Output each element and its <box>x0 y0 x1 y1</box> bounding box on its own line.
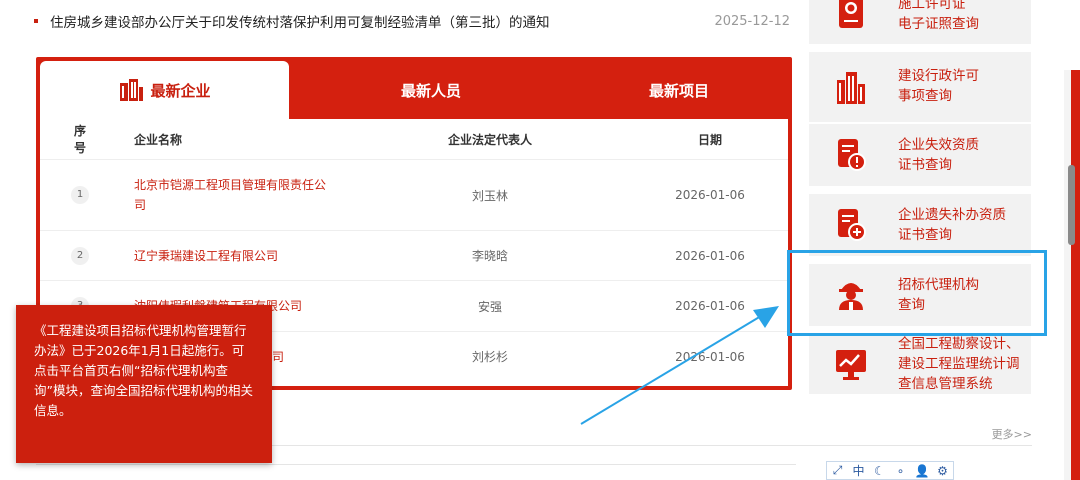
table-row: 2 辽宁秉瑞建设工程有限公司 李晓晗 2026-01-06 <box>40 230 788 280</box>
notice-date: 2025-12-12 <box>714 13 790 29</box>
company-link[interactable]: 辽宁秉瑞建设工程有限公司 <box>134 246 334 266</box>
notice-item[interactable]: 住房城乡建设部办公厅关于印发传统村落保护利用可复制经验清单（第三批）的通知 20… <box>34 10 794 32</box>
table-header: 序号 企业名称 企业法定代表人 日期 <box>40 119 788 159</box>
side-card-statistics-system[interactable]: 全国工程勘察设计、 建设工程监理统计调 查信息管理系统 <box>809 334 1031 394</box>
bullet-icon <box>34 19 38 23</box>
header-index: 序号 <box>73 124 86 155</box>
side-card-reissue-cert[interactable]: 企业遗失补办资质 证书查询 <box>809 194 1031 256</box>
reissue-cert-icon <box>838 209 866 241</box>
tab-label: 最新人员 <box>400 81 461 100</box>
building-icon <box>120 79 144 101</box>
tab-latest-people[interactable]: 最新人员 <box>316 61 546 119</box>
tab-latest-projects[interactable]: 最新项目 <box>566 61 792 119</box>
moon-icon[interactable]: ☾ <box>873 464 887 478</box>
more-link[interactable]: 更多>> <box>992 426 1032 442</box>
table-row: 1 北京市铠源工程项目管理有限责任公司 刘玉林 2026-01-06 <box>40 159 788 230</box>
annotation-arrow-icon <box>580 306 779 425</box>
side-card-label: 施工许可证 电子证照查询 <box>898 0 979 32</box>
header-company: 企业名称 <box>134 132 183 147</box>
header-date: 日期 <box>697 132 722 147</box>
row-rep: 安强 <box>477 299 502 314</box>
tab-label: 最新项目 <box>648 81 709 100</box>
side-card-admin-permit[interactable]: 建设行政许可 事项查询 <box>809 52 1031 122</box>
stats-monitor-icon <box>836 350 866 380</box>
accessibility-toolbar: ⤢ 中 ☾ ∘ 👤 ⚙ <box>826 461 954 480</box>
scrollbar-accent <box>1071 70 1080 480</box>
row-date: 2026-01-06 <box>675 248 745 263</box>
row-index: 2 <box>71 246 89 265</box>
row-rep: 刘玉林 <box>471 188 508 203</box>
side-card-label: 企业遗失补办资质 证书查询 <box>898 207 1006 243</box>
gear-icon[interactable]: ⚙ <box>936 464 950 478</box>
notice-title[interactable]: 住房城乡建设部办公厅关于印发传统村落保护利用可复制经验清单（第三批）的通知 <box>50 11 714 31</box>
row-rep: 刘杉杉 <box>471 350 508 364</box>
tab-latest-companies[interactable]: 最新企业 <box>40 61 289 119</box>
resize-icon[interactable]: ⤢ <box>831 463 845 478</box>
header-rep: 企业法定代表人 <box>447 132 532 147</box>
side-card-label: 企业失效资质 证书查询 <box>898 137 979 173</box>
info-callout: 《工程建设项目招标代理机构管理暂行办法》已于2026年1月1日起施行。可点击平台… <box>16 305 272 463</box>
tab-label: 最新企业 <box>150 81 211 100</box>
side-card-label: 全国工程勘察设计、 建设工程监理统计调 查信息管理系统 <box>898 336 1020 392</box>
row-rep: 李晓晗 <box>471 249 508 263</box>
dots-icon[interactable]: ∘ <box>894 464 908 478</box>
row-index: 1 <box>71 186 89 204</box>
side-card-construction-permit[interactable]: 施工许可证 电子证照查询 <box>809 0 1031 44</box>
certificate-icon <box>839 0 863 28</box>
side-card-label: 建设行政许可 事项查询 <box>898 68 979 104</box>
company-link[interactable]: 北京市铠源工程项目管理有限责任公司 <box>134 175 334 215</box>
row-date: 2026-01-06 <box>675 188 745 202</box>
scrollbar-thumb[interactable] <box>1068 165 1075 245</box>
side-card-invalid-cert[interactable]: 企业失效资质 证书查询 <box>809 124 1031 186</box>
invalid-cert-icon <box>838 139 866 171</box>
language-toggle[interactable]: 中 <box>852 462 866 479</box>
divider <box>36 464 796 480</box>
user-icon[interactable]: 👤 <box>915 464 930 478</box>
highlight-box <box>787 250 1047 336</box>
tab-bar: 最新企业 最新人员 最新项目 <box>36 57 792 119</box>
building-icon <box>837 72 865 104</box>
